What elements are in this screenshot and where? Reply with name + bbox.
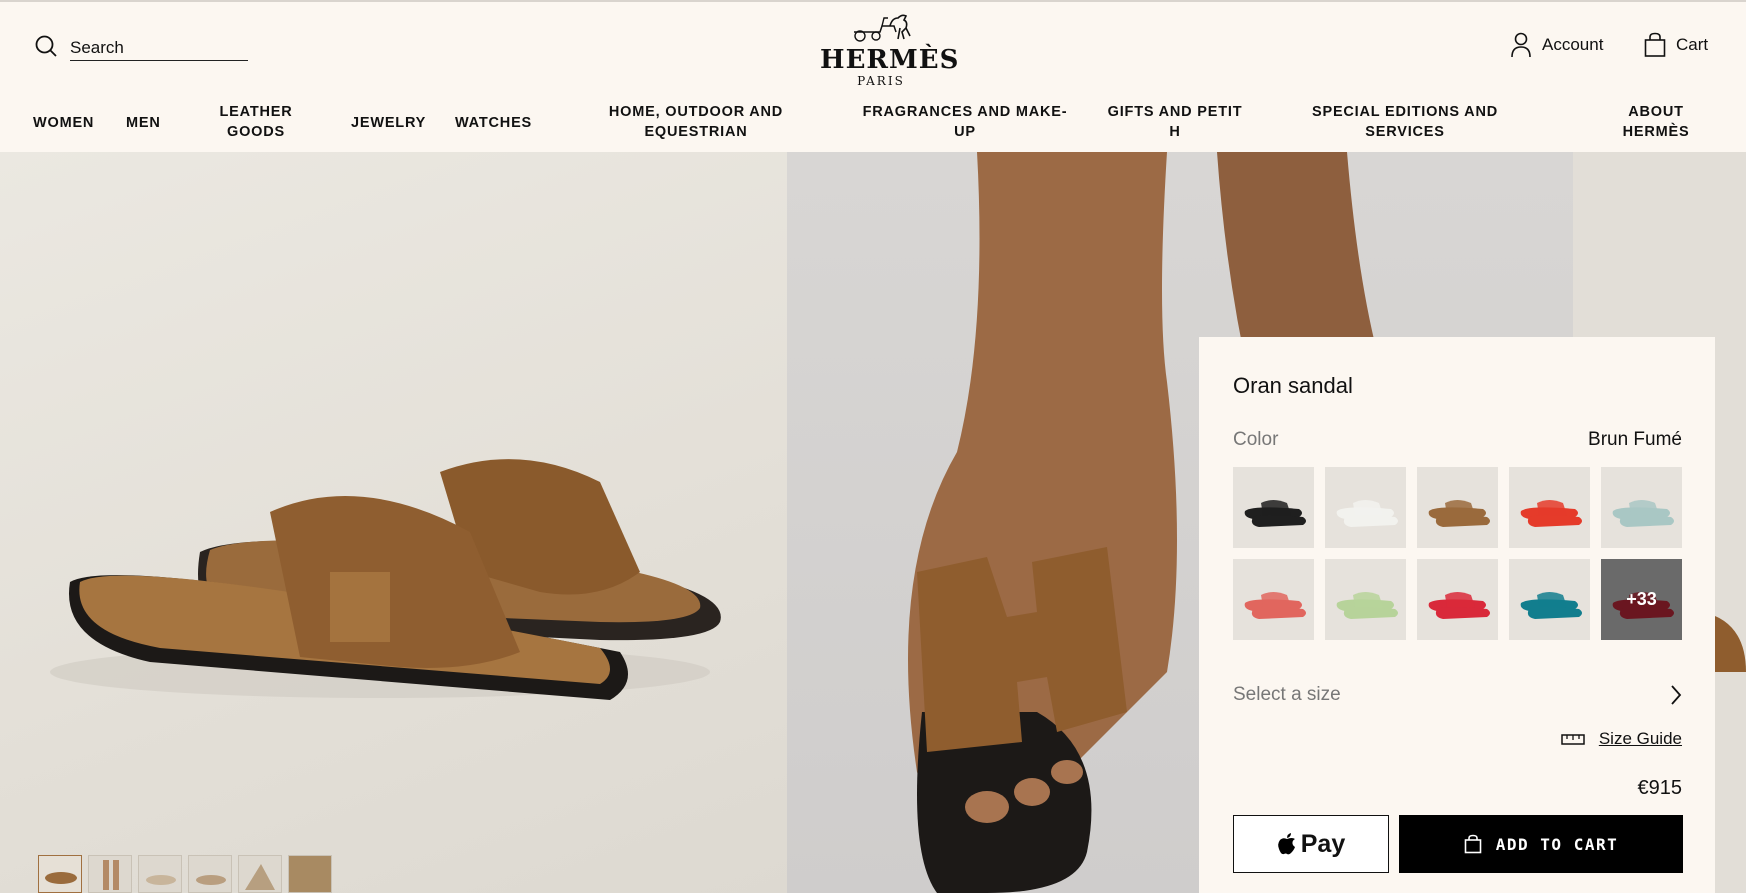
color-swatch[interactable] [1509,467,1590,548]
account-link[interactable]: Account [1510,32,1603,58]
sandal-thumbnail-icon [1244,592,1306,619]
thumbnail[interactable] [88,855,132,893]
apple-pay-button[interactable]: Pay [1233,815,1389,873]
logo-wordmark: HERMÈS [820,45,960,75]
apple-icon [1277,833,1295,855]
thumbnail[interactable] [188,855,232,893]
gallery-thumbnails [38,855,332,893]
thumbnail[interactable] [288,855,332,893]
size-placeholder: Select a size [1233,684,1341,705]
sandal-thumbnail-icon [1336,592,1398,619]
user-icon [1511,32,1531,58]
nav-about-hermes[interactable]: ABOUT HERMÈS [1620,102,1692,142]
nav-home-outdoor-equestrian[interactable]: HOME, OUTDOOR AND EQUESTRIAN [596,102,796,142]
more-colors-swatch[interactable]: +33 [1601,559,1682,640]
sandal-thumbnail-icon [1336,500,1398,527]
thumbnail[interactable] [38,855,82,893]
thumbnail[interactable] [238,855,282,893]
cart-link[interactable]: Cart [1644,32,1708,58]
sandal-thumbnail-icon [1520,500,1582,527]
nav-watches[interactable]: WATCHES [455,113,532,133]
color-swatch[interactable] [1509,559,1590,640]
nav-leather-goods[interactable]: LEATHER GOODS [211,102,301,142]
more-colors-count: +33 [1626,589,1657,609]
color-swatch[interactable] [1601,467,1682,548]
color-swatch[interactable] [1417,467,1498,548]
nav-jewelry[interactable]: JEWELRY [351,113,426,133]
color-swatch[interactable] [1233,467,1314,548]
sandal-thumbnail-icon [1612,500,1674,527]
nav-men[interactable]: MEN [126,113,161,133]
apple-pay-label: Pay [1300,829,1346,858]
add-to-cart-label: ADD TO CART [1495,834,1619,854]
size-selector[interactable]: Select a size [1233,677,1683,713]
product-price: €915 [1637,777,1683,799]
nav-gifts-petit-h[interactable]: GIFTS AND PETIT H [1100,102,1250,142]
product-title: Oran sandal [1233,373,1353,398]
nav-fragrances-makeup[interactable]: FRAGRANCES AND MAKE- UP [858,102,1072,142]
sandal-pair-image [50,459,721,700]
sandal-thumbnail-icon [1244,500,1306,527]
color-label: Color [1233,429,1279,450]
add-to-cart-button[interactable]: ADD TO CART [1399,815,1683,873]
account-label: Account [1542,35,1604,54]
shopping-bag-icon [1644,32,1666,57]
ruler-icon [1561,734,1585,745]
shopping-bag-icon [1464,834,1482,854]
search-bar[interactable] [34,34,248,63]
product-card: Oran sandal Color Brun Fumé +33 Select a… [1199,337,1715,893]
size-guide-link[interactable]: Size Guide [1599,729,1682,749]
sandal-thumbnail-icon [1428,500,1490,527]
hermes-logo[interactable]: HERMÈS PARIS [820,12,960,88]
thumbnail[interactable] [138,855,182,893]
product-image-main[interactable] [0,152,787,893]
sandal-thumbnail-icon [1428,592,1490,619]
color-swatch[interactable] [1325,559,1406,640]
horse-carriage-icon [854,14,911,42]
color-swatches: +33 [1233,467,1683,640]
color-swatch[interactable] [1233,559,1314,640]
site-header: HERMÈS PARIS Account Cart WOMEN MEN LEAT… [0,0,1746,152]
selected-color: Brun Fumé [1588,429,1682,450]
color-swatch[interactable] [1417,559,1498,640]
main-nav: WOMEN MEN LEATHER GOODS JEWELRY WATCHES H… [0,102,1746,146]
search-input[interactable] [70,36,248,61]
color-swatch[interactable] [1325,467,1406,548]
search-icon[interactable] [34,34,58,63]
logo-subtitle: PARIS [857,74,905,88]
cart-label: Cart [1676,35,1709,54]
sandal-thumbnail-icon [1520,592,1582,619]
size-guide[interactable]: Size Guide [1561,729,1682,749]
chevron-right-icon [1671,685,1682,705]
nav-special-editions[interactable]: SPECIAL EDITIONS AND SERVICES [1300,102,1510,142]
nav-women[interactable]: WOMEN [33,113,94,133]
